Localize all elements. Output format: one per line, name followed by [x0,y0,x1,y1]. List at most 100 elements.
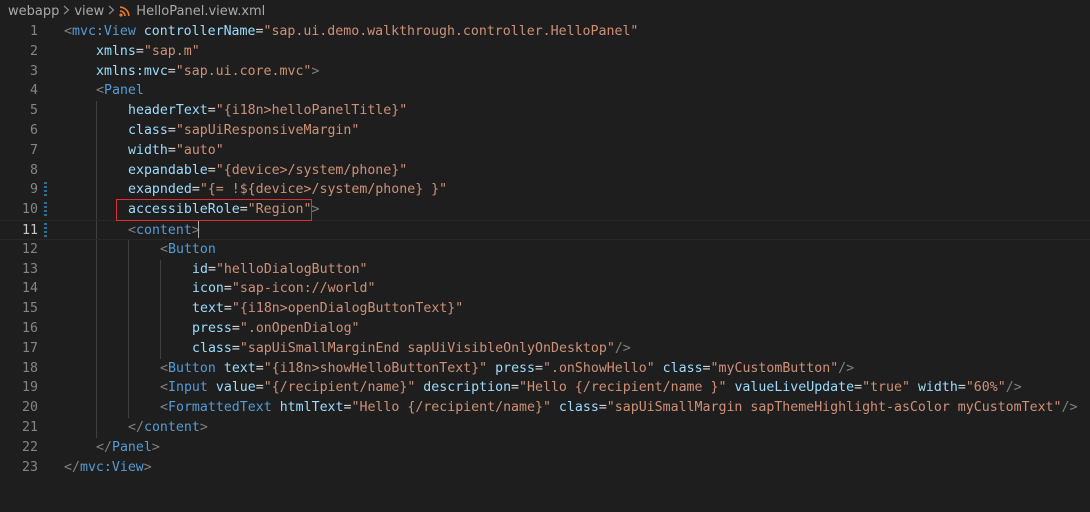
code-token: "sap.m" [143,43,200,59]
code-token: "helloDialogButton" [215,261,368,277]
code-line[interactable]: 4 <Panel [0,81,1090,101]
code-token: "{i18n>showHelloButtonText}" [263,360,488,376]
code-line[interactable]: 23 </mvc:View> [0,458,1090,478]
code-token: = [255,360,264,376]
indent-guide [96,239,97,260]
code-line[interactable]: 2 xmlns="sap.m" [0,42,1090,62]
modified-line-indicator[interactable] [44,222,47,239]
code-token: htmlText [279,400,344,416]
code-line[interactable]: 17 class="sapUiSmallMarginEnd sapUiVisibl… [0,338,1090,359]
indent-guide [96,101,97,121]
code-line[interactable]: 19 <Input value="{/recipient/name}" descr… [0,378,1090,399]
breadcrumb: webapp view HelloPanel.view.xml [0,0,1090,22]
code-line[interactable]: 9 exapnded="{= !${device>/system/phone} }… [0,180,1090,201]
code-token: = [702,360,711,376]
code-token: Panel [103,83,144,99]
line-number: 23 [22,459,38,475]
code-token: Panel [111,439,152,455]
code-line[interactable]: 16 press=".onOpenDialog" [0,318,1090,339]
code-token: "true" [862,380,910,396]
line-number: 7 [30,142,38,158]
code-token: id [192,261,208,277]
code-line[interactable]: 3 xmlns:mvc="sap.ui.core.mvc"> [0,62,1090,82]
indent-guide [128,378,129,399]
code-token: < [96,83,104,99]
code-token: > [311,63,320,79]
code-token: = [535,360,543,376]
code-token: < [128,222,136,238]
line-number: 10 [22,202,38,218]
modified-line-indicator[interactable] [44,182,47,199]
code-line[interactable]: 14 icon="sap-icon://world" [0,279,1090,300]
indent-guide [96,220,97,239]
code-line[interactable]: 22 </Panel> [0,438,1090,458]
code-token: > [311,202,320,218]
code-token: = [167,142,176,158]
code-token: > [199,419,208,435]
line-number: 22 [22,439,38,455]
code-token: = [191,182,200,198]
indent-guide [96,338,97,359]
indent-guide [96,120,97,141]
code-line[interactable]: 6 class="sapUiResponsiveMargin" [0,120,1090,141]
code-text: class="sapUiSmallMarginEnd sapUiVisibleO… [192,339,631,359]
code-token: content [135,222,192,238]
line-number: 15 [22,301,38,317]
code-token: headerText [128,103,208,119]
code-token: Input [167,380,208,396]
code-token: mvc:View [71,24,136,39]
indent-guide [160,338,161,359]
code-line[interactable]: 15 text="{i18n>openDialogButtonText}" [0,299,1090,319]
code-token: = [231,340,240,356]
code-token: valueLiveUpdate [734,380,855,396]
modified-line-indicator[interactable] [44,202,47,219]
line-number: 5 [30,103,38,119]
code-text: </content> [128,418,208,438]
code-text: headerText="{i18n>helloPanelTitle}" [128,101,407,121]
line-number: 16 [22,320,38,336]
code-line[interactable]: 21 </content> [0,417,1090,438]
code-token: Button [167,241,216,257]
code-line[interactable]: 13 id="helloDialogButton" [0,259,1090,280]
code-line[interactable]: 8 expandable="{device>/system/phone}" [0,160,1090,181]
code-token: press [495,360,535,376]
indent-guide [128,239,129,260]
code-token: ".onShowHello" [542,360,655,376]
breadcrumb-item-view[interactable]: view [74,4,104,19]
code-token: = [231,320,240,336]
code-text: <Button [160,240,216,260]
line-number: 20 [22,400,38,416]
code-token: controllerName [143,24,256,39]
line-number: 13 [22,261,38,277]
code-line[interactable]: 7 width="auto" [0,140,1090,161]
code-editor[interactable]: webapp view HelloPanel.view.xml 1 <mvc:Vi… [0,0,1090,512]
breadcrumb-item-file[interactable]: HelloPanel.view.xml [136,4,265,19]
code-token: "sap.ui.core.mvc" [175,63,312,79]
line-number: 9 [30,182,38,198]
code-token: content [143,419,200,435]
code-text: <content> [128,221,200,241]
code-token: = [207,162,216,178]
indent-guide [128,259,129,280]
code-token: "Hello {/recipient/name}" [351,400,551,416]
code-token: mvc:View [79,459,144,475]
code-line[interactable]: 20 <FormattedText htmlText="Hello {/recip… [0,398,1090,418]
indent-guide [96,279,97,300]
indent-guide [96,318,97,339]
code-area[interactable]: 1 <mvc:View controllerName="sap.ui.demo.w… [0,22,1090,512]
code-line[interactable]: 10 accessibleRole="Region"> [0,200,1090,220]
indent-guide [96,299,97,319]
code-text: id="helloDialogButton" [192,260,368,280]
code-line[interactable]: 12 <Button [0,239,1090,260]
code-line[interactable]: 18 <Button text="{i18n>showHelloButtonTex… [0,358,1090,379]
indent-guide [96,160,97,181]
code-line[interactable]: 5 headerText="{i18n>helloPanelTitle}" [0,101,1090,121]
code-line[interactable]: 11 <content> [0,219,1090,241]
breadcrumb-item-webapp[interactable]: webapp [8,4,59,19]
code-token: = [343,400,352,416]
code-token: description [423,380,512,396]
code-line[interactable]: 1 <mvc:View controllerName="sap.ui.demo.w… [0,22,1090,42]
